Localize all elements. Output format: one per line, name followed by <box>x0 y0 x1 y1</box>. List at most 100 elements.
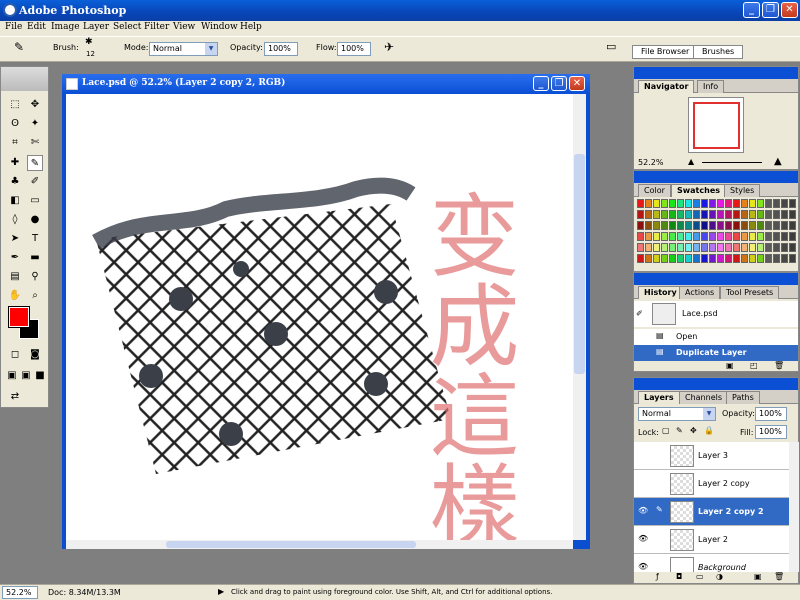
menu-help[interactable]: Help <box>240 22 262 32</box>
swatch-cell[interactable] <box>757 254 764 263</box>
standard-mode-icon[interactable]: ◻ <box>7 347 23 363</box>
swatch-cell[interactable] <box>685 221 692 230</box>
lasso-tool-icon[interactable]: ʘ <box>7 116 23 132</box>
tab-swatches[interactable]: Swatches <box>671 184 726 197</box>
tab-styles[interactable]: Styles <box>724 184 761 197</box>
layer-mask-icon[interactable]: ◘ <box>676 572 682 581</box>
swatch-cell[interactable] <box>645 221 652 230</box>
tab-history[interactable]: History <box>638 286 683 299</box>
swatch-cell[interactable] <box>637 199 644 208</box>
swatch-cell[interactable] <box>773 199 780 208</box>
status-zoom-field[interactable]: 52.2% <box>2 586 38 599</box>
swatch-cell[interactable] <box>677 210 684 219</box>
swatch-cell[interactable] <box>717 254 724 263</box>
menu-edit[interactable]: Edit <box>27 22 46 32</box>
swatch-cell[interactable] <box>677 243 684 252</box>
tab-actions[interactable]: Actions <box>679 286 721 299</box>
swatch-cell[interactable] <box>741 232 748 241</box>
layer-row[interactable]: 👁 Layer 2 <box>634 526 789 554</box>
swatch-cell[interactable] <box>669 254 676 263</box>
swatch-cell[interactable] <box>701 221 708 230</box>
swatch-cell[interactable] <box>637 221 644 230</box>
swatch-cell[interactable] <box>685 232 692 241</box>
history-brush-icon[interactable]: ✐ <box>27 174 43 190</box>
eyedropper-icon[interactable]: ⚲ <box>27 269 43 285</box>
brush-tool-preset-icon[interactable]: ✎ <box>14 40 24 54</box>
swatch-cell[interactable] <box>637 232 644 241</box>
tab-tool-presets[interactable]: Tool Presets <box>720 286 780 299</box>
opacity-field[interactable]: 100% <box>264 42 298 56</box>
zoom-tool-icon[interactable]: ⌕ <box>27 288 43 304</box>
swatch-cell[interactable] <box>661 221 668 230</box>
swatch-cell[interactable] <box>645 254 652 263</box>
layers-scrollbar[interactable] <box>789 442 799 572</box>
swatch-cell[interactable] <box>677 254 684 263</box>
swatch-cell[interactable] <box>749 243 756 252</box>
jump-to-imageready-icon[interactable]: ⇄ <box>7 389 23 405</box>
swatch-cell[interactable] <box>757 210 764 219</box>
brush-tool-icon[interactable]: ✎ <box>27 155 43 171</box>
maximize-button[interactable]: ❐ <box>762 2 779 18</box>
swatch-cell[interactable] <box>653 232 660 241</box>
swatch-cell[interactable] <box>765 210 772 219</box>
swatch-cell[interactable] <box>637 210 644 219</box>
swatch-cell[interactable] <box>717 221 724 230</box>
history-brush-source-icon[interactable]: ✐ <box>636 309 643 318</box>
swatch-cell[interactable] <box>781 254 788 263</box>
swatch-cell[interactable] <box>717 243 724 252</box>
new-snapshot-icon[interactable]: ◰ <box>750 361 758 370</box>
swatch-cell[interactable] <box>637 254 644 263</box>
dodge-tool-icon[interactable]: ● <box>27 212 43 228</box>
mode-select[interactable]: Normal ▼ <box>149 42 218 56</box>
swatch-cell[interactable] <box>789 232 796 241</box>
swatch-cell[interactable] <box>669 232 676 241</box>
lock-image-icon[interactable]: ✎ <box>676 426 683 435</box>
notes-tool-icon[interactable]: ▤ <box>7 269 23 285</box>
history-item[interactable]: ▤ Open <box>634 329 798 345</box>
navigator-thumbnail[interactable] <box>688 97 744 153</box>
menu-image[interactable]: Image <box>51 22 80 32</box>
swatch-cell[interactable] <box>789 210 796 219</box>
doc-minimize-button[interactable]: _ <box>533 76 549 91</box>
swatch-cell[interactable] <box>749 199 756 208</box>
swatch-cell[interactable] <box>733 210 740 219</box>
navigator-zoom[interactable]: 52.2% <box>638 158 663 167</box>
swatch-cell[interactable] <box>709 254 716 263</box>
swatch-cell[interactable] <box>701 210 708 219</box>
path-select-icon[interactable]: ➤ <box>7 231 23 247</box>
swatch-cell[interactable] <box>741 210 748 219</box>
trash-icon[interactable]: 🗑 <box>774 572 784 581</box>
doc-close-button[interactable]: ✕ <box>569 76 585 91</box>
swatch-cell[interactable] <box>733 232 740 241</box>
swatch-cell[interactable] <box>677 232 684 241</box>
swatch-cell[interactable] <box>749 221 756 230</box>
lock-transparency-icon[interactable]: ▢ <box>662 426 670 435</box>
swatch-cell[interactable] <box>685 254 692 263</box>
swatch-cell[interactable] <box>773 243 780 252</box>
zoom-in-icon[interactable]: ▲ <box>774 156 782 167</box>
swatch-cell[interactable] <box>789 199 796 208</box>
gradient-icon[interactable]: ▭ <box>27 193 43 209</box>
tab-navigator[interactable]: Navigator <box>638 80 695 93</box>
swatch-cell[interactable] <box>701 232 708 241</box>
swatch-cell[interactable] <box>733 243 740 252</box>
swatch-grid[interactable] <box>637 199 797 269</box>
swatch-cell[interactable] <box>669 221 676 230</box>
swatch-cell[interactable] <box>741 243 748 252</box>
zoom-slider[interactable] <box>702 162 762 163</box>
swatch-cell[interactable] <box>781 221 788 230</box>
tab-info[interactable]: Info <box>697 80 725 93</box>
swatch-cell[interactable] <box>685 243 692 252</box>
horizontal-scroll-thumb[interactable] <box>166 541 416 548</box>
swatch-cell[interactable] <box>789 254 796 263</box>
swatch-cell[interactable] <box>781 232 788 241</box>
swatch-cell[interactable] <box>693 210 700 219</box>
healing-brush-icon[interactable]: ✚ <box>7 155 23 171</box>
swatch-cell[interactable] <box>661 199 668 208</box>
menu-layer[interactable]: Layer <box>83 22 109 32</box>
swatch-cell[interactable] <box>645 210 652 219</box>
clone-stamp-icon[interactable]: ♣ <box>7 174 23 190</box>
new-layer-icon[interactable]: ▣ <box>754 572 762 581</box>
layer-style-icon[interactable]: ƒ <box>656 572 659 581</box>
swatch-cell[interactable] <box>693 254 700 263</box>
